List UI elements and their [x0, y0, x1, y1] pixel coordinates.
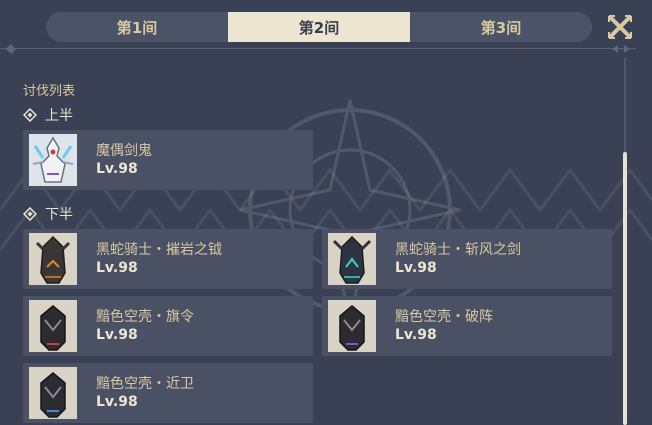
enemy-card[interactable]: 黯色空壳・破阵 Lv.98	[322, 296, 612, 356]
section-first-half: 上半	[23, 106, 73, 124]
black-serpent-knight-windcutter-portrait-icon	[328, 233, 376, 285]
diamond-bullet-icon	[23, 207, 37, 221]
enemy-name: 黯色空壳・破阵	[395, 309, 493, 325]
enemy-level: Lv.98	[96, 161, 138, 177]
enemy-card[interactable]: 黑蛇骑士・斩风之剑 Lv.98	[322, 229, 612, 289]
section-label: 下半	[45, 207, 73, 223]
ruin-guard-swordsman-portrait-icon	[29, 134, 77, 186]
enemy-list-title: 讨伐列表	[23, 84, 76, 99]
enemy-level: Lv.98	[96, 394, 138, 410]
tab-chamber-2[interactable]: 第2间	[228, 12, 410, 42]
enemy-level: Lv.98	[395, 327, 437, 343]
black-serpent-knight-rockbreaker-portrait-icon	[29, 233, 77, 285]
enemy-level: Lv.98	[96, 260, 138, 276]
divider-ornament-icon	[612, 45, 630, 53]
shadowy-husk-line-breaker-portrait-icon	[328, 300, 376, 352]
enemy-card[interactable]: 黯色空壳・近卫 Lv.98	[23, 363, 313, 423]
section-second-half: 下半	[23, 205, 73, 223]
divider-diamond-icon	[6, 44, 16, 54]
enemy-name: 黯色空壳・旗令	[96, 309, 194, 325]
header-divider	[0, 48, 636, 49]
shadowy-husk-defender-portrait-icon	[29, 367, 77, 419]
scrollbar-thumb[interactable]	[623, 152, 627, 425]
enemy-card[interactable]: 黑蛇骑士・摧岩之钺 Lv.98	[23, 229, 313, 289]
enemy-name: 魔偶剑鬼	[96, 143, 152, 159]
floor-tab-bar: 第1间 第2间 第3间	[46, 12, 592, 42]
tab-chamber-1[interactable]: 第1间	[46, 12, 228, 42]
enemy-name: 黯色空壳・近卫	[96, 376, 194, 392]
close-icon[interactable]	[607, 14, 633, 40]
shadowy-husk-standard-bearer-portrait-icon	[29, 300, 77, 352]
enemy-name: 黑蛇骑士・摧岩之钺	[96, 242, 222, 258]
enemy-level: Lv.98	[96, 327, 138, 343]
enemy-level: Lv.98	[395, 260, 437, 276]
enemy-name: 黑蛇骑士・斩风之剑	[395, 242, 521, 258]
diamond-bullet-icon	[23, 108, 37, 122]
tab-chamber-3[interactable]: 第3间	[410, 12, 592, 42]
enemy-card[interactable]: 魔偶剑鬼 Lv.98	[23, 130, 313, 190]
section-label: 上半	[45, 108, 73, 124]
enemy-card[interactable]: 黯色空壳・旗令 Lv.98	[23, 296, 313, 356]
